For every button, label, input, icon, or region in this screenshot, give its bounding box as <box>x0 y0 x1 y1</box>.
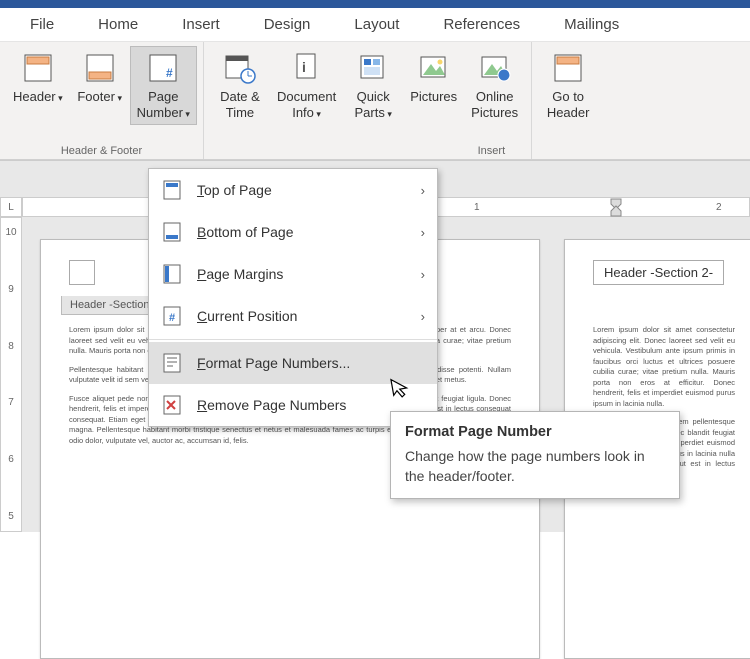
document-info-icon: i <box>290 51 324 85</box>
calendar-clock-icon <box>223 51 257 85</box>
group-label-header-footer: Header & Footer <box>6 143 197 157</box>
tab-design[interactable]: Design <box>242 16 333 33</box>
tooltip-title: Format Page Number <box>405 424 665 440</box>
pictures-button[interactable]: Pictures <box>403 46 464 110</box>
tab-type-indicator[interactable]: L <box>0 197 22 217</box>
group-header-footer: Header Footer # Page Number Header & Foo… <box>0 42 204 159</box>
svg-text:#: # <box>169 312 175 324</box>
document-info-button[interactable]: i Document Info <box>270 46 343 125</box>
footer-icon <box>83 51 117 85</box>
menu-top-of-page[interactable]: Top of Page › <box>149 169 437 211</box>
group-insert: Date & Time i Document Info Quick Parts … <box>204 42 532 159</box>
online-pictures-label: Online Pictures <box>471 89 518 120</box>
ribbon: Header Footer # Page Number Header & Foo… <box>0 42 750 160</box>
ruler-vertical[interactable]: 10 9 8 7 6 5 <box>0 217 22 532</box>
header-area-right[interactable]: Header -Section 2- <box>593 260 724 285</box>
date-time-button[interactable]: Date & Time <box>210 46 270 125</box>
menu-label: Format Page Numbers... <box>197 355 350 371</box>
page-number-label: Page Number <box>137 89 190 120</box>
header-area-left[interactable] <box>69 260 95 285</box>
menu-label: Bottom of Page <box>197 224 294 240</box>
header-icon <box>21 51 55 85</box>
tab-home[interactable]: Home <box>76 16 160 33</box>
page-bottom-icon <box>161 221 183 243</box>
chevron-right-icon: › <box>421 267 425 282</box>
remove-page-number-icon <box>161 394 183 416</box>
menu-label: Top of Page <box>197 182 272 198</box>
quick-parts-button[interactable]: Quick Parts <box>343 46 403 125</box>
menu-label: Current Position <box>197 308 297 324</box>
indent-marker-icon[interactable] <box>610 196 622 218</box>
quick-parts-icon <box>356 51 390 85</box>
svg-text:i: i <box>302 59 306 75</box>
page-margins-icon <box>161 263 183 285</box>
titlebar <box>0 0 750 8</box>
pictures-label: Pictures <box>410 89 457 105</box>
online-pictures-button[interactable]: Online Pictures <box>464 46 525 125</box>
footer-label: Footer <box>77 89 122 105</box>
goto-header-icon <box>551 51 585 85</box>
page-number-icon: # <box>146 51 180 85</box>
quick-parts-label: Quick Parts <box>355 89 392 120</box>
page-number-button[interactable]: # Page Number <box>130 46 197 125</box>
tab-layout[interactable]: Layout <box>332 16 421 33</box>
document-info-label: Document Info <box>277 89 336 120</box>
current-position-icon: # <box>161 305 183 327</box>
workspace: L 1 2 10 9 8 7 6 5 Header -Section 2- <box>0 160 750 532</box>
menu-bottom-of-page[interactable]: Bottom of Page › <box>149 211 437 253</box>
online-pictures-icon <box>478 51 512 85</box>
date-time-label: Date & Time <box>220 89 260 120</box>
format-page-number-icon <box>161 352 183 374</box>
chevron-right-icon: › <box>421 309 425 324</box>
menu-label: Page Margins <box>197 266 283 282</box>
tab-references[interactable]: References <box>421 16 542 33</box>
svg-text:#: # <box>166 66 173 80</box>
chevron-right-icon: › <box>421 183 425 198</box>
tab-mailings[interactable]: Mailings <box>542 16 641 33</box>
tab-file[interactable]: File <box>8 16 76 33</box>
menu-label: Remove Page Numbers <box>197 397 346 413</box>
footer-button[interactable]: Footer <box>70 46 130 110</box>
tooltip-format-page-number: Format Page Number Change how the page n… <box>390 411 680 499</box>
menu-current-position[interactable]: # Current Position › <box>149 295 437 337</box>
chevron-right-icon: › <box>421 225 425 240</box>
tooltip-body: Change how the page numbers look in the … <box>405 447 665 486</box>
menu-separator <box>149 339 437 340</box>
header-label: Header <box>13 89 63 105</box>
menu-page-margins[interactable]: Page Margins › <box>149 253 437 295</box>
header-button[interactable]: Header <box>6 46 70 110</box>
page-top-icon <box>161 179 183 201</box>
goto-header-label: Go to Header <box>547 89 590 120</box>
group-navigation: Go to Header <box>532 42 604 159</box>
group-label-insert: Insert <box>210 143 525 157</box>
goto-header-button[interactable]: Go to Header <box>538 46 598 125</box>
tab-insert[interactable]: Insert <box>160 16 242 33</box>
pictures-icon <box>417 51 451 85</box>
menubar: File Home Insert Design Layout Reference… <box>0 8 750 42</box>
